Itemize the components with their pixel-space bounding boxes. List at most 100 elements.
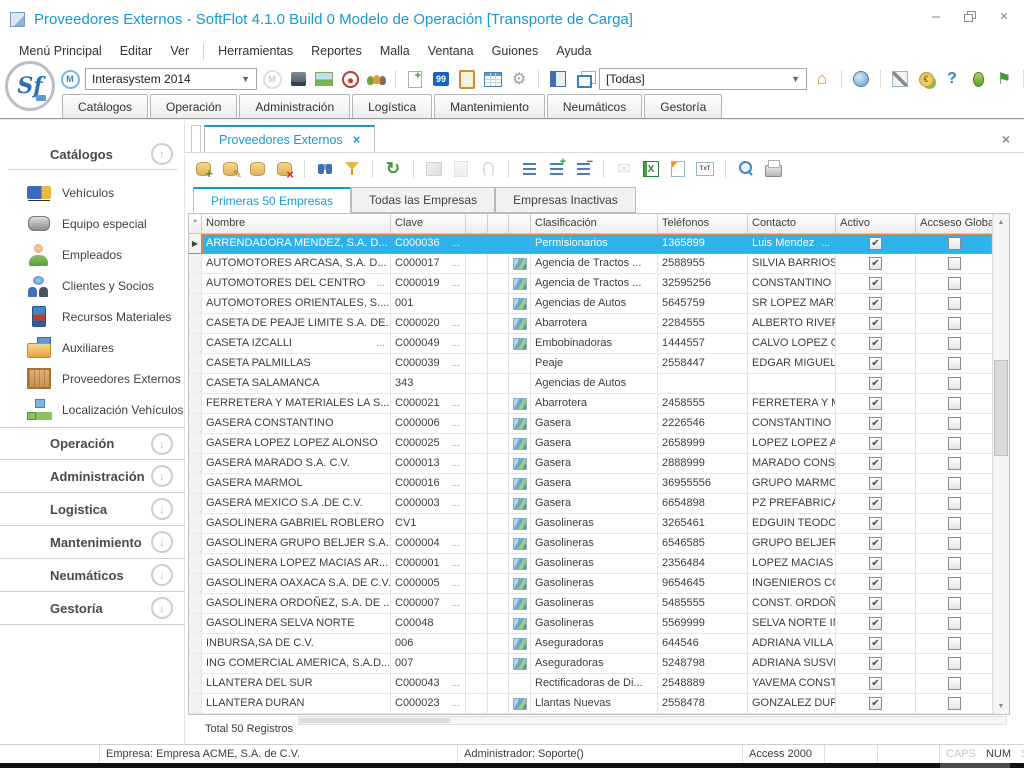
checkbox-activo[interactable]: ✔ xyxy=(869,537,882,550)
checkbox-acceso-global[interactable] xyxy=(948,257,961,270)
sidebar-item-auxiliares[interactable]: Auxiliares xyxy=(0,332,185,363)
checkbox-acceso-global[interactable] xyxy=(948,637,961,650)
view-tab-empresas-inactivas[interactable]: Empresas Inactivas xyxy=(495,187,636,213)
table-row[interactable]: LLANTERA DURANC000023...Llantas Nuevas25… xyxy=(189,694,992,714)
view-tab-todas-las-empresas[interactable]: Todas las Empresas xyxy=(351,187,495,213)
ellipsis-button[interactable]: ... xyxy=(452,494,465,513)
table-row[interactable]: GASOLINERA OAXACA S.A. DE C.V.C000005...… xyxy=(189,574,992,594)
table-row[interactable]: GASERA MARMOLC000016...Gasera36955556GRU… xyxy=(189,474,992,494)
expand-down-icon[interactable]: ↓ xyxy=(151,564,173,586)
checkbox-acceso-global[interactable] xyxy=(948,497,961,510)
sidebar-section-gestoria[interactable]: Gestoría↓ xyxy=(0,592,185,625)
table-row[interactable]: LLANTERA DEL SURC000043...Rectificadoras… xyxy=(189,674,992,694)
map-icon[interactable] xyxy=(513,558,527,570)
filter-icon[interactable] xyxy=(342,159,362,179)
menu-item-ver[interactable]: Ver xyxy=(161,41,198,61)
expand-down-icon[interactable]: ↓ xyxy=(151,597,173,619)
table-row[interactable]: CASETA SALAMANCA343Agencias de Autos✔ xyxy=(189,374,992,394)
module-tab-neumaticos[interactable]: Neumáticos xyxy=(547,94,642,118)
table-row[interactable]: GASOLINERA GABRIEL ROBLEROCV1Gasolineras… xyxy=(189,514,992,534)
ellipsis-button[interactable]: ... xyxy=(452,434,465,453)
print-icon[interactable] xyxy=(763,159,783,179)
expand-down-icon[interactable]: ↓ xyxy=(151,433,173,455)
grid-column-header-blank-5[interactable] xyxy=(509,214,531,233)
menu-item-herramientas[interactable]: Herramientas xyxy=(209,41,302,61)
menu-item-reportes[interactable]: Reportes xyxy=(302,41,371,61)
refresh-icon[interactable] xyxy=(383,159,403,179)
ellipsis-button[interactable]: ... xyxy=(452,594,465,613)
workspace-close-icon[interactable]: × xyxy=(1002,131,1010,147)
map-icon[interactable] xyxy=(513,518,527,530)
map-icon[interactable] xyxy=(513,478,527,490)
map-icon[interactable] xyxy=(513,278,527,290)
checkbox-activo[interactable]: ✔ xyxy=(869,677,882,690)
map-icon[interactable] xyxy=(513,418,527,430)
checkbox-acceso-global[interactable] xyxy=(948,237,961,250)
ellipsis-button[interactable]: ... xyxy=(452,314,465,333)
ellipsis-button[interactable]: ... xyxy=(452,534,465,553)
collapse-up-icon[interactable]: ↑ xyxy=(151,143,173,165)
grid-column-header-nombre[interactable]: Nombre xyxy=(202,214,391,233)
scroll-down-icon[interactable]: ▼ xyxy=(993,698,1009,714)
grid-column-header-blank-3[interactable] xyxy=(466,214,488,233)
scrollbar-thumb[interactable] xyxy=(994,360,1008,456)
checkbox-activo[interactable]: ✔ xyxy=(869,697,882,710)
table-row[interactable]: GASOLINERA LOPEZ MACIAS AR...C000001...G… xyxy=(189,554,992,574)
table-row[interactable]: AUTOMOTORES DEL CENTRO...C000019...Agenc… xyxy=(189,274,992,294)
map-icon[interactable] xyxy=(513,658,527,670)
checkbox-acceso-global[interactable] xyxy=(948,677,961,690)
map-icon[interactable] xyxy=(513,318,527,330)
db-edit-icon[interactable] xyxy=(220,159,240,179)
grid-column-header-contacto[interactable]: Contacto xyxy=(748,214,836,233)
menu-item-malla[interactable]: Malla xyxy=(371,41,419,61)
vertical-scrollbar[interactable]: ▲ ▼ xyxy=(992,214,1009,714)
db-add-icon[interactable] xyxy=(193,159,213,179)
gear-icon[interactable] xyxy=(509,69,529,89)
flag-icon[interactable] xyxy=(994,69,1014,89)
module-tab-operacion[interactable]: Operación xyxy=(150,94,237,118)
sidebar-section-logistica[interactable]: Logistica↓ xyxy=(0,493,185,526)
map-icon[interactable] xyxy=(513,458,527,470)
windows-icon[interactable] xyxy=(574,69,594,89)
map-icon[interactable] xyxy=(513,578,527,590)
cabinet-icon[interactable] xyxy=(288,69,308,89)
ninety-nine-icon[interactable] xyxy=(431,69,451,89)
menu-item-ventana[interactable]: Ventana xyxy=(419,41,483,61)
ellipsis-button[interactable]: ... xyxy=(452,574,465,593)
map-icon[interactable] xyxy=(513,598,527,610)
checkbox-acceso-global[interactable] xyxy=(948,277,961,290)
checkbox-activo[interactable]: ✔ xyxy=(869,577,882,590)
ellipsis-button[interactable]: ... xyxy=(452,234,465,253)
checkbox-activo[interactable]: ✔ xyxy=(869,617,882,630)
grid-icon[interactable] xyxy=(483,69,503,89)
checkbox-activo[interactable]: ✔ xyxy=(869,377,882,390)
checkbox-acceso-global[interactable] xyxy=(948,457,961,470)
ellipsis-button[interactable]: ... xyxy=(377,274,390,293)
checkbox-acceso-global[interactable] xyxy=(948,697,961,710)
checkbox-acceso-global[interactable] xyxy=(948,337,961,350)
txt-icon[interactable] xyxy=(695,159,715,179)
sidebar-section-operacion[interactable]: Operación↓ xyxy=(0,427,185,460)
db-view-icon[interactable] xyxy=(247,159,267,179)
checkbox-acceso-global[interactable] xyxy=(948,377,961,390)
checkbox-activo[interactable]: ✔ xyxy=(869,237,882,250)
filter-combobox[interactable]: [Todas] ▼ xyxy=(599,68,807,90)
checkbox-acceso-global[interactable] xyxy=(948,577,961,590)
menu-item-menu-principal[interactable]: Menú Principal xyxy=(10,41,111,61)
table-row[interactable]: GASERA CONSTANTINOC000006...Gasera222654… xyxy=(189,414,992,434)
checkbox-activo[interactable]: ✔ xyxy=(869,457,882,470)
map-icon[interactable] xyxy=(513,698,527,710)
table-row[interactable]: GASOLINERA SELVA NORTEC00048Gasolineras5… xyxy=(189,614,992,634)
expand-down-icon[interactable]: ↓ xyxy=(151,498,173,520)
grid-column-header-telefonos[interactable]: Teléfonos xyxy=(658,214,748,233)
checkbox-acceso-global[interactable] xyxy=(948,397,961,410)
ellipsis-button[interactable]: ... xyxy=(452,414,465,433)
grid-column-header-[interactable]: * xyxy=(189,214,202,233)
checkbox-activo[interactable]: ✔ xyxy=(869,497,882,510)
checkbox-activo[interactable]: ✔ xyxy=(869,597,882,610)
grid-column-header-accseso-global[interactable]: Accseso Global xyxy=(916,214,992,233)
map-icon[interactable] xyxy=(513,338,527,350)
checkbox-activo[interactable]: ✔ xyxy=(869,517,882,530)
checkbox-activo[interactable]: ✔ xyxy=(869,657,882,670)
module-tab-logistica[interactable]: Logística xyxy=(352,94,432,118)
